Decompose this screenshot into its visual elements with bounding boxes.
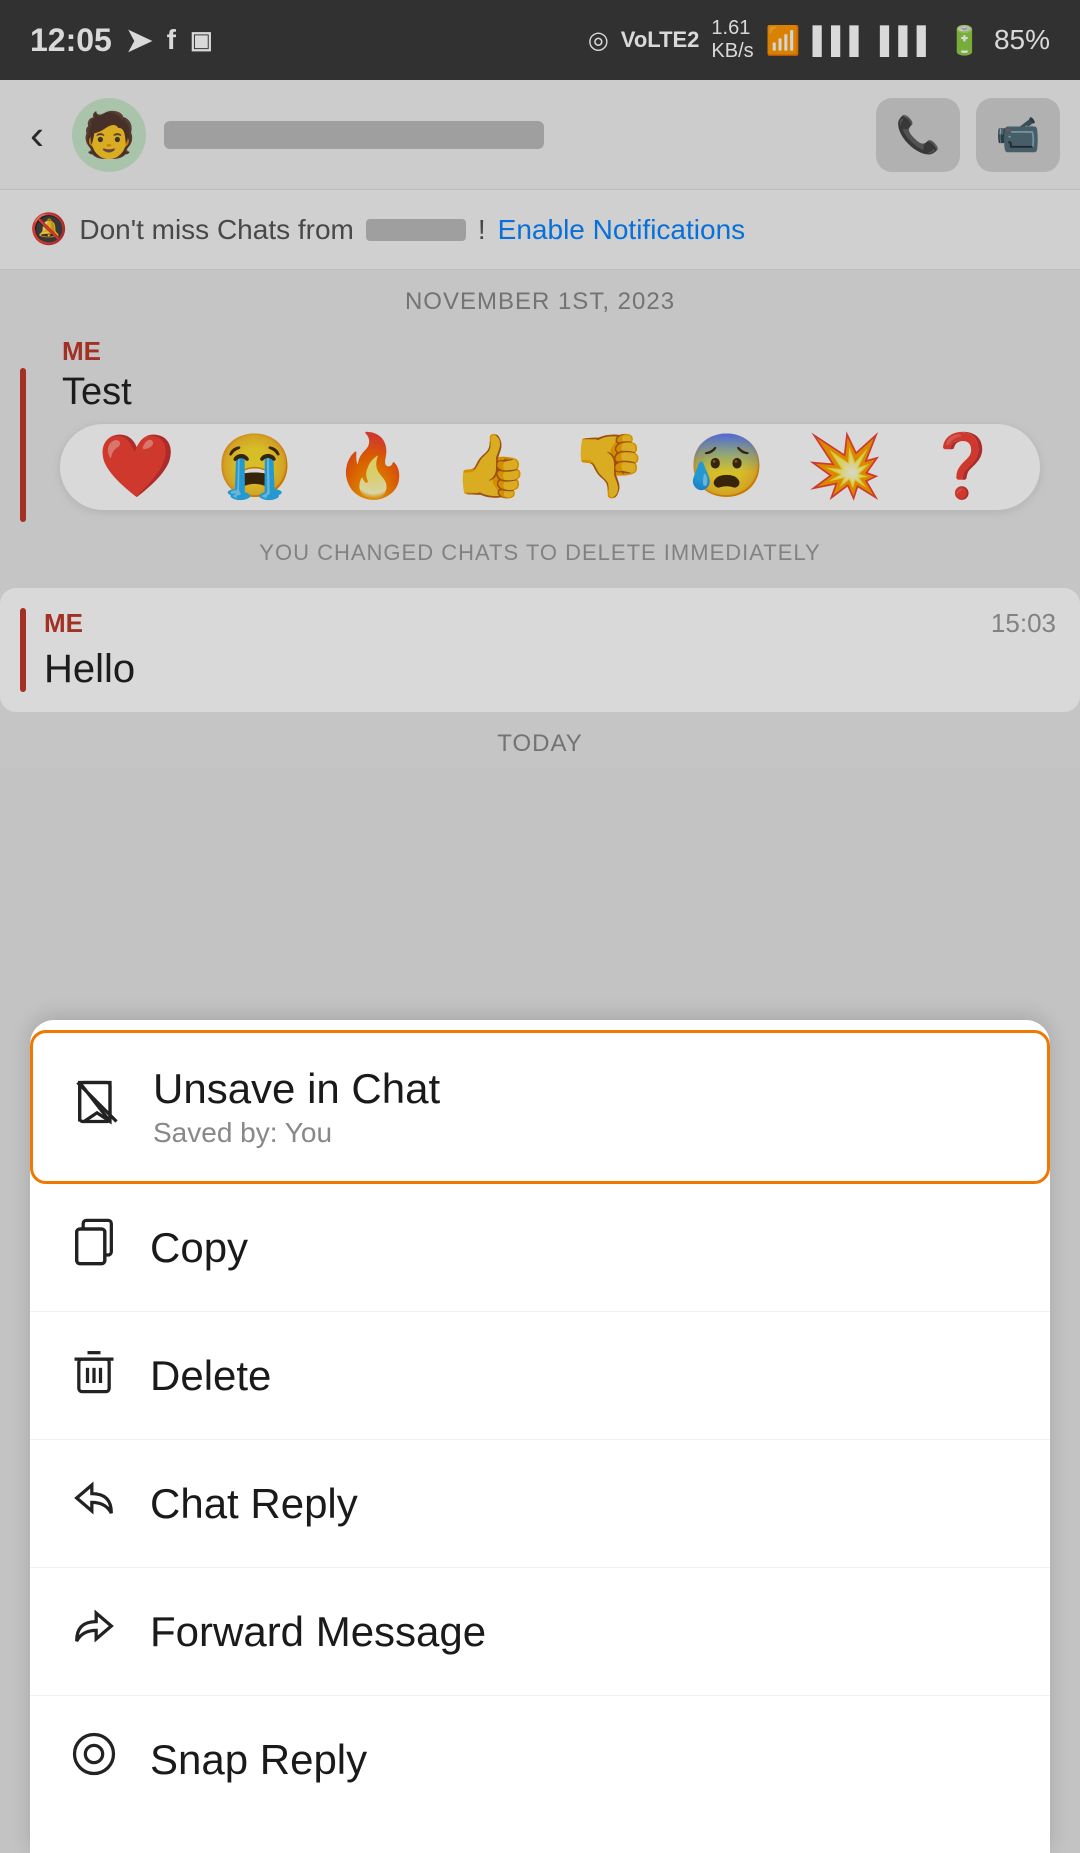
- context-menu: Unsave in Chat Saved by: You Copy: [30, 1020, 1050, 1853]
- unsave-content: Unsave in Chat Saved by: You: [153, 1065, 440, 1149]
- snap-reply-label: Snap Reply: [150, 1736, 367, 1784]
- delete-label: Delete: [150, 1352, 271, 1400]
- chat-reply-icon: [66, 1472, 122, 1535]
- menu-item-forward[interactable]: Forward Message: [30, 1568, 1050, 1696]
- copy-label: Copy: [150, 1224, 248, 1272]
- forward-icon: [66, 1600, 122, 1663]
- menu-item-copy[interactable]: Copy: [30, 1184, 1050, 1312]
- chat-reply-label: Chat Reply: [150, 1480, 358, 1528]
- unsave-label: Unsave in Chat: [153, 1065, 440, 1113]
- menu-item-chat-reply[interactable]: Chat Reply: [30, 1440, 1050, 1568]
- forward-label: Forward Message: [150, 1608, 486, 1656]
- unsave-icon: [69, 1076, 125, 1139]
- copy-icon: [66, 1216, 122, 1279]
- delete-icon: [66, 1344, 122, 1407]
- menu-item-delete[interactable]: Delete: [30, 1312, 1050, 1440]
- snap-reply-icon: [66, 1728, 122, 1791]
- menu-item-unsave[interactable]: Unsave in Chat Saved by: You: [30, 1030, 1050, 1184]
- menu-item-snap-reply[interactable]: Snap Reply: [30, 1696, 1050, 1823]
- unsave-sublabel: Saved by: You: [153, 1117, 440, 1149]
